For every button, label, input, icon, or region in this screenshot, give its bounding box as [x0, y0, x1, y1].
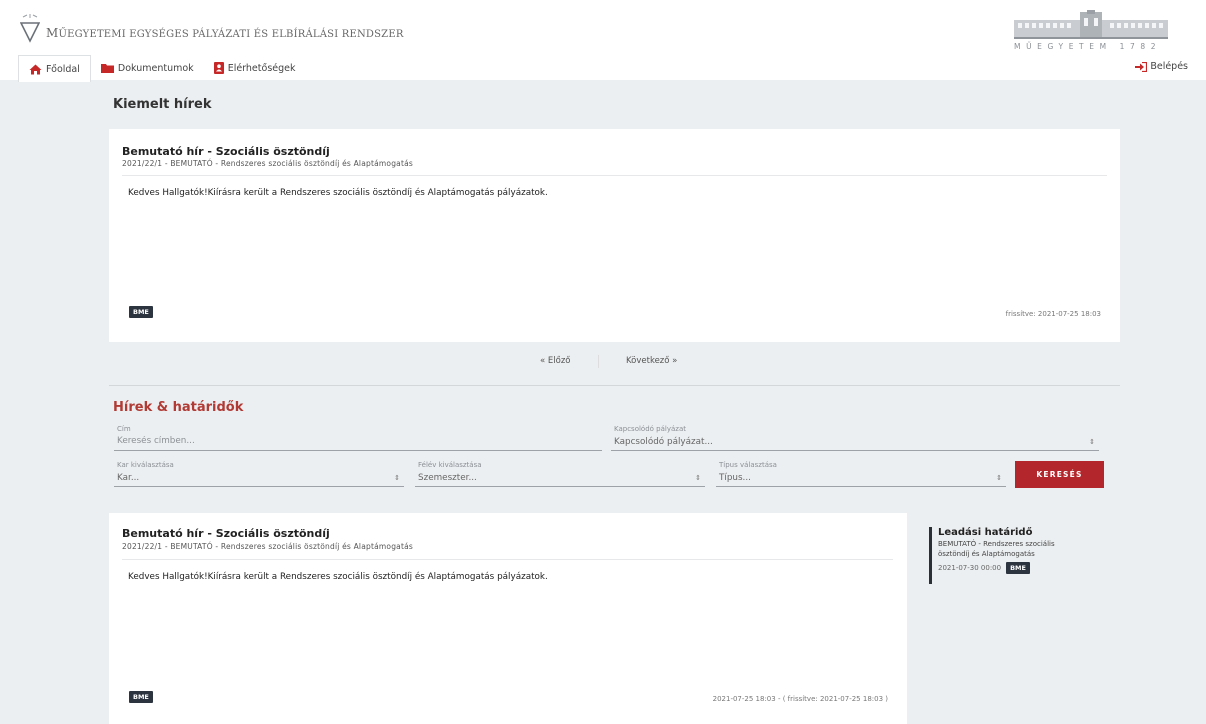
featured-news-body: Kedves Hallgatók!Kiírásra került a Rends… [128, 188, 548, 198]
deadline-title: Leadási határidő [938, 527, 1033, 538]
featured-news-badge: BME [129, 306, 153, 318]
featured-news-updated: frissítve: 2021-07-25 18:03 [1005, 310, 1101, 318]
contact-icon [213, 62, 224, 74]
select-caret-icon: ⇕ [1089, 438, 1095, 446]
select-caret-icon: ⇕ [394, 474, 400, 482]
nav-item-contacts-label: Elérhetőségek [227, 62, 296, 74]
nav-item-home-label: Főoldal [46, 63, 80, 75]
section-divider [109, 385, 1120, 386]
search-button[interactable]: KERESÉS [1015, 461, 1104, 488]
featured-news-divider [122, 175, 1107, 176]
pager-next-link[interactable]: Következő » [626, 356, 677, 366]
university-logo-icon [20, 14, 40, 43]
faculty-select[interactable]: Kar... ⇕ [114, 472, 404, 487]
sign-in-icon [1135, 61, 1148, 72]
home-icon [29, 64, 42, 75]
related-select-value: Kapcsolódó pályázat... [614, 437, 713, 447]
title-search-input[interactable] [114, 436, 602, 446]
title-filter-label: Cím [117, 425, 131, 433]
news-subtitle: 2021/22/1 - BEMUTATÓ - Rendszeres szociá… [122, 542, 413, 551]
nav-item-home[interactable]: Főoldal [18, 55, 91, 82]
type-filter-label: Típus választása [719, 461, 777, 469]
pager-separator [598, 355, 599, 368]
semester-select-value: Szemeszter... [418, 473, 477, 483]
nav-item-documents-label: Dokumentumok [117, 62, 194, 74]
featured-news-title: Bemutató hír - Szociális ösztöndíj [122, 145, 330, 158]
news-body: Kedves Hallgatók!Kiírásra került a Rends… [128, 572, 548, 582]
folder-icon [100, 63, 114, 73]
news-title: Bemutató hír - Szociális ösztöndíj [122, 527, 330, 540]
faculty-select-value: Kar... [117, 473, 140, 483]
faculty-filter-label: Kar kiválasztása [117, 461, 174, 469]
news-date: 2021-07-25 18:03 - ( frissítve: 2021-07-… [712, 695, 888, 703]
related-select[interactable]: Kapcsolódó pályázat... ⇕ [611, 436, 1099, 451]
select-caret-icon: ⇕ [996, 474, 1002, 482]
deadline-badge: BME [1006, 562, 1030, 574]
semester-select[interactable]: Szemeszter... ⇕ [415, 472, 705, 487]
featured-section-title: Kiemelt hírek [113, 97, 212, 112]
news-card[interactable]: Bemutató hír - Szociális ösztöndíj 2021/… [109, 513, 907, 724]
deadline-date: 2021-07-30 00:00 [938, 564, 1002, 572]
nav-item-documents[interactable]: Dokumentumok [91, 55, 204, 81]
title-search-field [114, 436, 602, 451]
featured-news-subtitle: 2021/22/1 - BEMUTATÓ - Rendszeres szociá… [122, 159, 413, 168]
news-divider [122, 559, 893, 560]
system-title: MŰEGYETEMI EGYSÉGES PÁLYÁZATI ÉS ELBÍRÁL… [46, 26, 404, 40]
deadline-item[interactable]: Leadási határidő BEMUTATÓ - Rendszeres s… [929, 527, 1089, 584]
semester-filter-label: Félév kiválasztása [418, 461, 482, 469]
bme-tagline: MŰEGYETEM 1782 [1014, 42, 1162, 51]
login-button[interactable]: Belépés [1135, 61, 1188, 72]
type-select[interactable]: Típus... ⇕ [716, 472, 1006, 487]
header: MŰEGYETEMI EGYSÉGES PÁLYÁZATI ÉS ELBÍRÁL… [0, 0, 1206, 82]
login-label: Belépés [1150, 61, 1188, 72]
nav-item-contacts[interactable]: Elérhetőségek [204, 55, 306, 81]
news-badge: BME [129, 691, 153, 703]
select-caret-icon: ⇕ [695, 474, 701, 482]
related-filter-label: Kapcsolódó pályázat [614, 425, 686, 433]
pager-prev-link[interactable]: « Előző [540, 356, 571, 366]
type-select-value: Típus... [719, 473, 751, 483]
deadline-meta: 2021-07-30 00:00 BME [938, 562, 1089, 574]
deadline-subtitle: BEMUTATÓ - Rendszeres szociális ösztöndí… [938, 540, 1055, 558]
main-nav: Főoldal Dokumentumok Elérhetőségek [18, 55, 306, 82]
featured-news-card[interactable]: Bemutató hír - Szociális ösztöndíj 2021/… [109, 129, 1120, 342]
news-deadlines-title: Hírek & határidők [113, 400, 244, 415]
